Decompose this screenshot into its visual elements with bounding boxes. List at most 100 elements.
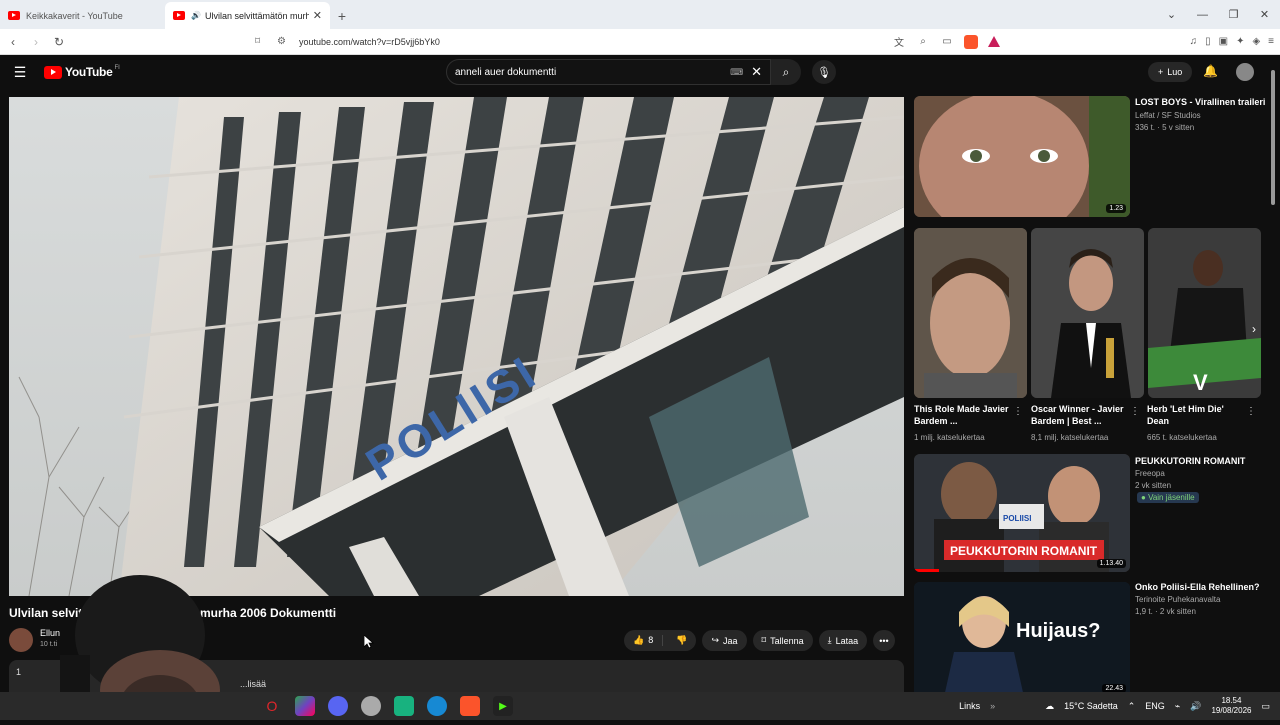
- dislike-button[interactable]: 👎: [667, 635, 696, 646]
- opera-icon[interactable]: O: [262, 696, 282, 716]
- tab-label: Keikkakaverit - YouTube: [26, 10, 123, 21]
- restore-button[interactable]: ❐: [1218, 8, 1249, 21]
- like-button[interactable]: 👍 8: [624, 635, 664, 646]
- short-thumbnail-3[interactable]: V: [1148, 228, 1261, 398]
- more-actions-button[interactable]: •••: [873, 630, 895, 651]
- cast-icon[interactable]: ▭: [940, 36, 954, 47]
- music-icon[interactable]: ♫: [1190, 36, 1198, 47]
- youtube-favicon-icon: [8, 11, 20, 20]
- policewoman-image: Huijaus?: [914, 582, 1130, 697]
- show-more-link[interactable]: ...lisää: [240, 679, 266, 689]
- keyboard-icon[interactable]: ⌨: [730, 67, 743, 78]
- members-label: Vain jäsenille: [1148, 493, 1195, 502]
- rec-channel[interactable]: Terinoite Puhekanavalta: [1135, 594, 1220, 605]
- video-player[interactable]: POLIISI: [9, 97, 904, 596]
- chevron-right-icon[interactable]: ›: [1252, 322, 1256, 336]
- tab-search-icon[interactable]: ⌄: [1156, 8, 1187, 21]
- zoom-icon[interactable]: ⌕: [916, 36, 930, 47]
- rec-meta: 2 vk sitten: [1135, 481, 1172, 490]
- close-tab-icon[interactable]: ✕: [313, 9, 322, 22]
- download-button[interactable]: ⤓ Lataa: [818, 630, 868, 651]
- reload-icon[interactable]: ↻: [49, 35, 69, 49]
- share-button[interactable]: ↪ Jaa: [702, 630, 747, 651]
- url-text[interactable]: youtube.com/watch?v=rD5vjj6bYk0: [299, 37, 882, 47]
- discord-icon[interactable]: [328, 696, 348, 716]
- rec-title[interactable]: PEUKKUTORIN ROMANIT: [1135, 456, 1245, 468]
- duration-badge: 1.13.40: [1096, 559, 1126, 568]
- app-circle-icon[interactable]: [361, 696, 381, 716]
- short-thumbnail-2[interactable]: [1031, 228, 1144, 398]
- rec-title[interactable]: LOST BOYS - Virallinen traileri: [1135, 97, 1265, 109]
- tab-label: Ulvilan selvittämätön murha: [204, 10, 309, 21]
- kick-icon[interactable]: ▶: [493, 696, 513, 716]
- language-indicator[interactable]: ENG: [1145, 701, 1165, 711]
- leo-icon[interactable]: ✦: [1236, 36, 1244, 47]
- vpn-icon[interactable]: ◈: [1252, 36, 1260, 47]
- browser-tab-bar: Keikkakaverit - YouTube 🔊 Ulvilan selvit…: [0, 0, 1280, 29]
- links-toolbar[interactable]: Links: [959, 701, 980, 711]
- weather-icon[interactable]: ☁: [1045, 701, 1054, 712]
- create-button[interactable]: + Luo: [1148, 62, 1193, 82]
- app-icon[interactable]: [295, 696, 315, 716]
- rec-thumbnail-peukkutori[interactable]: POLIISI PEUKKUTORIN ROMANIT 1.13.40: [914, 454, 1130, 572]
- search-button[interactable]: ⌕: [771, 59, 801, 85]
- thumbs-down-icon: 👎: [676, 635, 688, 645]
- download-icon: ⤓: [827, 635, 832, 645]
- short-title-2[interactable]: Oscar Winner - Javier Bardem | Best ...: [1031, 404, 1126, 427]
- short-title-3[interactable]: Herb 'Let Him Die' Dean: [1147, 404, 1242, 427]
- clock[interactable]: 18.54 19/08/2026: [1211, 696, 1251, 717]
- site-info-icon[interactable]: ⚙: [277, 36, 291, 47]
- new-tab-button[interactable]: +: [330, 2, 354, 29]
- search-value[interactable]: anneli auer dokumentti: [455, 67, 556, 78]
- thumbnail-caption: PEUKKUTORIN ROMANIT: [950, 544, 1098, 558]
- more-icon[interactable]: ⋮: [1130, 406, 1140, 417]
- more-icon[interactable]: ⋮: [1246, 406, 1256, 417]
- rec-title[interactable]: Onko Poliisi-Ella Rehellinen?: [1135, 582, 1260, 594]
- translate-icon[interactable]: 文: [892, 34, 906, 49]
- account-avatar[interactable]: [1236, 63, 1254, 81]
- minimize-button[interactable]: —: [1187, 9, 1218, 21]
- rec-thumbnail-lost-boys[interactable]: 1.23: [914, 96, 1130, 217]
- tab-keikkakaverit[interactable]: Keikkakaverit - YouTube: [0, 2, 165, 29]
- brave-shields-icon[interactable]: [964, 34, 978, 49]
- notification-icon[interactable]: ▭: [1261, 701, 1270, 712]
- close-window-button[interactable]: ✕: [1249, 8, 1280, 21]
- clear-search-icon[interactable]: ✕: [751, 64, 762, 80]
- notifications-bell-icon[interactable]: 🔔: [1203, 64, 1218, 78]
- search-input[interactable]: anneli auer dokumentti ⌨ ✕: [446, 59, 771, 85]
- wallet-icon[interactable]: ▣: [1219, 36, 1228, 47]
- tab-ulvila-video[interactable]: 🔊 Ulvilan selvittämätön murha ✕: [165, 2, 330, 29]
- chevron-icon[interactable]: »: [990, 701, 995, 711]
- weather-text[interactable]: 15°C Sadetta: [1064, 701, 1118, 711]
- youtube-logo[interactable]: YouTube FI: [44, 65, 120, 79]
- volume-icon[interactable]: 🔊: [1190, 701, 1201, 712]
- more-icon[interactable]: ⋮: [1013, 406, 1023, 417]
- tray-expand-icon[interactable]: ⌃: [1128, 701, 1136, 712]
- clock-date: 19/08/2026: [1211, 706, 1252, 715]
- short-thumbnail-1[interactable]: [914, 228, 1027, 398]
- edge-icon[interactable]: [427, 696, 447, 716]
- share-label: Jaa: [723, 635, 738, 646]
- brave-icon[interactable]: [460, 696, 480, 716]
- app-green-icon[interactable]: [394, 696, 414, 716]
- network-icon[interactable]: ⌁: [1175, 701, 1180, 712]
- bookmark-icon[interactable]: ⌑: [255, 36, 269, 47]
- rec-channel[interactable]: Leffat / SF Studios: [1135, 110, 1201, 121]
- forward-icon[interactable]: ›: [26, 35, 46, 49]
- more-icon: •••: [879, 635, 889, 646]
- scrollbar-thumb[interactable]: [1271, 70, 1275, 205]
- url-field[interactable]: ⌑ ⚙ youtube.com/watch?v=rD5vjj6bYk0 文 ⌕ …: [255, 32, 1000, 52]
- back-icon[interactable]: ‹: [3, 35, 23, 49]
- voice-search-button[interactable]: 🎙: [812, 60, 836, 84]
- sidebar-icon[interactable]: ▯: [1205, 36, 1211, 47]
- menu-icon[interactable]: ≡: [1268, 36, 1274, 47]
- rec-thumbnail-poliisi-ella[interactable]: Huijaus? 22.43: [914, 582, 1130, 697]
- short-title-1[interactable]: This Role Made Javier Bardem ...: [914, 404, 1009, 427]
- create-label: Luo: [1167, 67, 1183, 77]
- man-with-oscar-image: [1031, 228, 1144, 398]
- rec-channel[interactable]: Freeopa: [1135, 468, 1165, 479]
- speaker-icon: 🔊: [191, 11, 201, 20]
- brave-rewards-icon[interactable]: [988, 36, 1000, 47]
- menu-icon[interactable]: ☰: [0, 64, 40, 81]
- save-button[interactable]: ⌑ Tallenna: [752, 630, 813, 651]
